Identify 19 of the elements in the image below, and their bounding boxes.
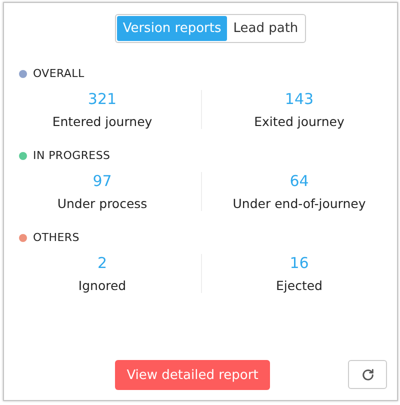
stat-label: Ignored	[78, 278, 126, 293]
stat-label: Exited journey	[254, 114, 344, 129]
view-report-button[interactable]: View detailed report	[115, 360, 270, 390]
stat-value: 16	[290, 254, 309, 272]
stat-value: 321	[88, 90, 117, 108]
stat-label: Under process	[57, 196, 148, 211]
stat-value: 143	[284, 90, 314, 108]
stat-value: 64	[290, 172, 309, 190]
stat-label: Ejected	[276, 278, 322, 293]
stat-value: 97	[92, 172, 112, 190]
refresh-icon	[360, 368, 374, 382]
stat-value: 2	[97, 254, 108, 272]
section-title: OTHERS	[33, 231, 80, 244]
tab[interactable]: Version reports	[116, 16, 228, 41]
section-title: OVERALL	[33, 67, 84, 80]
refresh-button[interactable]	[348, 360, 387, 389]
stat-label: Under end-of-journey	[232, 196, 366, 211]
section-title: IN PROGRESS	[33, 149, 110, 162]
stat-label: Entered journey	[52, 114, 152, 129]
